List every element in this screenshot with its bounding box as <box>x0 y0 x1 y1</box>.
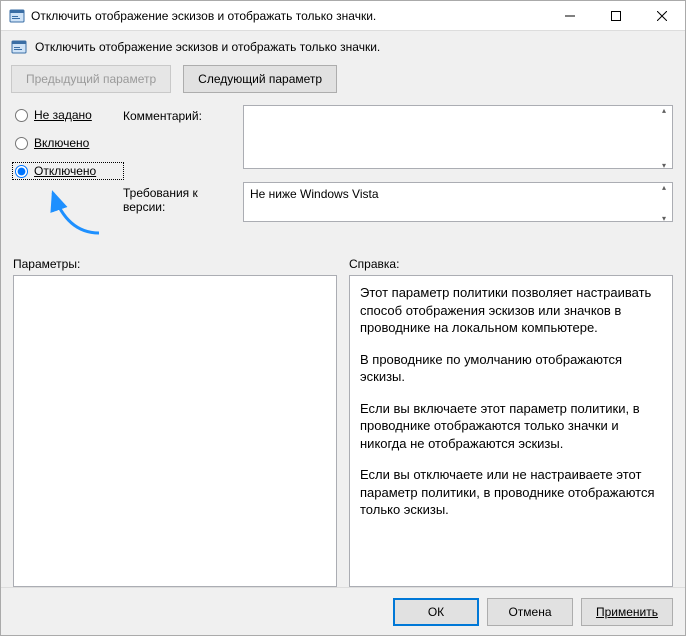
dialog-footer: ОК Отмена Применить <box>1 587 685 635</box>
help-paragraph: В проводнике по умолчанию отображаются э… <box>360 351 662 386</box>
radio-disabled[interactable]: Отключено <box>13 163 123 179</box>
options-panel <box>13 275 337 587</box>
comment-textarea[interactable] <box>243 105 673 169</box>
apply-button-label: Применить <box>596 605 658 619</box>
requirements-label: Требования к версии: <box>123 182 243 214</box>
state-radio-group: Не задано Включено Отключено <box>13 105 123 179</box>
help-column-label: Справка: <box>349 257 673 271</box>
nav-buttons: Предыдущий параметр Следующий параметр <box>1 55 685 99</box>
help-paragraph: Если вы отключаете или не настраиваете э… <box>360 466 662 519</box>
titlebar: Отключить отображение эскизов и отобража… <box>1 1 685 31</box>
ok-button[interactable]: ОК <box>393 598 479 626</box>
radio-enabled-input[interactable] <box>15 137 28 150</box>
radio-not-configured[interactable]: Не задано <box>13 107 123 123</box>
annotation-arrow <box>47 183 103 239</box>
apply-button[interactable]: Применить <box>581 598 673 626</box>
content-area: Не задано Включено Отключено <box>1 99 685 587</box>
radio-not-configured-input[interactable] <box>15 109 28 122</box>
radio-not-configured-label: Не задано <box>34 108 92 122</box>
window-title: Отключить отображение эскизов и отобража… <box>25 9 547 23</box>
policy-name: Отключить отображение эскизов и отобража… <box>35 40 380 54</box>
policy-icon <box>11 39 27 55</box>
cancel-button[interactable]: Отмена <box>487 598 573 626</box>
radio-enabled[interactable]: Включено <box>13 135 123 151</box>
column-headers: Параметры: Справка: <box>13 257 673 271</box>
radio-disabled-label: Отключено <box>34 164 96 178</box>
minimize-button[interactable] <box>547 1 593 31</box>
maximize-button[interactable] <box>593 1 639 31</box>
help-paragraph: Этот параметр политики позволяет настраи… <box>360 284 662 337</box>
policy-editor-window: Отключить отображение эскизов и отобража… <box>0 0 686 636</box>
requirements-field-wrap: Не ниже Windows Vista ▴ ▾ <box>243 182 673 225</box>
radio-disabled-input[interactable] <box>15 165 28 178</box>
previous-setting-button[interactable]: Предыдущий параметр <box>11 65 171 93</box>
top-grid: Не задано Включено Отключено <box>13 105 673 235</box>
help-panel: Этот параметр политики позволяет настраи… <box>349 275 673 587</box>
comment-field-wrap: ▴ ▾ <box>243 105 673 172</box>
help-paragraph: Если вы включаете этот параметр политики… <box>360 400 662 453</box>
options-column-label: Параметры: <box>13 257 337 271</box>
requirements-textarea: Не ниже Windows Vista <box>243 182 673 222</box>
next-setting-button[interactable]: Следующий параметр <box>183 65 337 93</box>
policy-icon <box>9 8 25 24</box>
radio-enabled-label: Включено <box>34 136 89 150</box>
close-button[interactable] <box>639 1 685 31</box>
comment-label: Комментарий: <box>123 105 243 123</box>
header-row: Отключить отображение эскизов и отобража… <box>1 31 685 55</box>
lower-panels: Этот параметр политики позволяет настраи… <box>13 275 673 587</box>
